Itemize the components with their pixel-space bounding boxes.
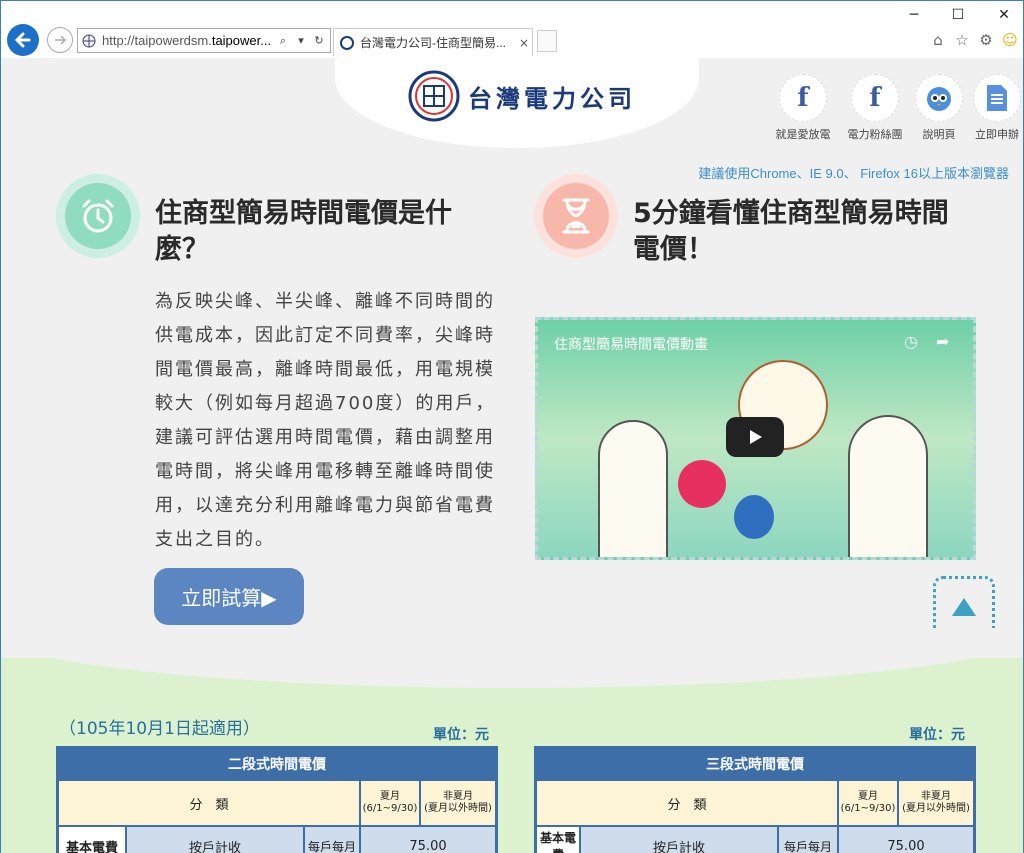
page: 台灣電力公司 f 就是愛放電 f 電力粉絲團 說明頁 立即申辦 建議使用Chro… [0,58,1024,853]
share-icon[interactable]: ➦ [936,332,949,351]
table-title: 三段式時間電價 [706,757,804,773]
social-link-fans-1[interactable]: f 就是愛放電 [773,74,833,142]
watch-later-icon[interactable]: ◷ [904,332,918,351]
calculate-now-button[interactable]: 立即試算▶ [154,568,304,625]
table-header-row: 分 類 夏月 (6/1~9/30) 非夏月 (夏月以外時間) [58,780,496,826]
browser-recommendation: 建議使用Chrome、IE 9.0、 Firefox 16以上版本瀏覽器 [698,166,1009,181]
table-title: 二段式時間電價 [228,757,326,773]
social-label: 就是愛放電 [775,128,831,141]
minimize-button[interactable]: ─ [903,5,925,25]
arrow-left-icon [14,32,31,48]
close-window-button[interactable]: ✕ [993,5,1015,25]
site-favicon-icon [340,35,354,50]
section-heading-what: 住商型簡易時間電價是什麼？ [155,198,452,265]
video-play-button[interactable] [726,417,784,457]
summer-header: 夏月 (6/1~9/30) [360,780,420,826]
section-heading-video: 5分鐘看懂住商型簡易時間電價！ [633,198,949,265]
row-value: 75.00 [838,826,974,853]
favorites-star-icon[interactable]: ☆ [953,31,971,49]
rate-table-three-stage: 三段式時間電價 分 類 夏月 (6/1~9/30) 非夏月 (夏月以外時間) 基… [534,746,976,853]
row-label: 基本電費 [58,826,126,853]
nonsummer-header: 非夏月 (夏月以外時間) [898,780,974,826]
alarm-clock-icon [82,199,114,233]
clock-badge [56,174,140,258]
section-wave-divider [1,628,1023,688]
new-tab-button[interactable] [537,30,557,52]
home-icon[interactable]: ⌂ [929,31,947,49]
play-icon [750,430,762,444]
arrow-right-icon [55,35,67,45]
settings-gear-icon[interactable]: ⚙ [977,31,995,49]
social-label: 立即申辦 [975,128,1019,141]
video-sticker [678,460,726,508]
summer-header: 夏月 (6/1~9/30) [838,780,898,826]
effective-date: （105年10月1日起適用） [59,719,260,739]
social-link-fans-2[interactable]: f 電力粉絲團 [845,74,905,142]
row-label: 基本電費 [536,826,580,853]
back-button[interactable] [7,24,39,56]
logo-text: 台灣電力公司 [468,83,636,113]
ie-page-icon [82,34,96,47]
address-url: http://taipowerdsm.taipower... [102,33,272,48]
address-bar[interactable]: http://taipowerdsm.taipower... ⌕ ▾ ↻ [77,28,331,53]
facebook-icon: f [851,74,899,122]
social-label: 電力粉絲團 [847,128,903,141]
dropdown-icon[interactable]: ▾ [294,34,308,48]
category-header: 分 類 [58,780,360,826]
table-row: 基本電費 按戶計收 每戶每月 75.00 [58,826,496,853]
maximize-button[interactable]: ☐ [947,5,969,25]
table-row: 基本電費 按戶計收 每戶每月 75.00 [536,826,974,853]
hourglass-badge [534,174,618,258]
mascot-icon [915,74,963,122]
row-period: 每戶每月 [304,826,360,853]
facebook-icon: f [779,74,827,122]
browser-chrome: ─ ☐ ✕ http://taipowerdsm.taipower... ⌕ ▾… [0,0,1024,58]
row-value: 75.00 [360,826,496,853]
unit-label-left: 單位：元 [433,727,489,743]
section-body-text: 為反映尖峰、半尖峰、離峰不同時間的供電成本，因此訂定不同費率，尖峰時間電價最高，… [155,291,496,550]
bear-illustration-left [598,420,668,557]
refresh-icon[interactable]: ↻ [312,34,326,48]
table-header-row: 分 類 夏月 (6/1~9/30) 非夏月 (夏月以外時間) [536,780,974,826]
nonsummer-header: 非夏月 (夏月以外時間) [420,780,496,826]
tab-close-icon[interactable]: × [516,36,532,50]
social-link-help[interactable]: 說明頁 [909,74,969,142]
row-sub: 按戶計收 [580,826,778,853]
unit-label-right: 單位：元 [909,727,965,743]
arrow-up-icon [952,598,976,616]
category-header: 分 類 [536,780,838,826]
document-icon [973,74,1021,122]
social-label: 說明頁 [922,128,956,141]
bear-illustration-right [848,415,928,557]
hourglass-icon [562,198,590,234]
search-icon[interactable]: ⌕ [276,34,290,48]
social-link-apply[interactable]: 立即申辦 [967,74,1023,142]
owl-mascot-illustration [734,495,774,539]
site-logo[interactable]: 台灣電力公司 [408,70,636,122]
row-period: 每戶每月 [778,826,838,853]
feedback-smiley-icon[interactable]: ☺ [1001,31,1019,49]
taipower-emblem-icon [408,70,460,122]
video-title: 住商型簡易時間電價動畫 [554,336,708,352]
rate-table-two-stage: 二段式時間電價 分 類 夏月 (6/1~9/30) 非夏月 (夏月以外時間) 基… [56,746,498,853]
forward-button[interactable] [47,27,73,53]
tab-title: 台灣電力公司-住商型簡易... [360,36,506,50]
video-player[interactable]: 住商型簡易時間電價動畫 ◷ ➦ [535,317,976,560]
tab-active[interactable]: 台灣電力公司-住商型簡易... × [333,28,533,56]
row-sub: 按戶計收 [126,826,304,853]
